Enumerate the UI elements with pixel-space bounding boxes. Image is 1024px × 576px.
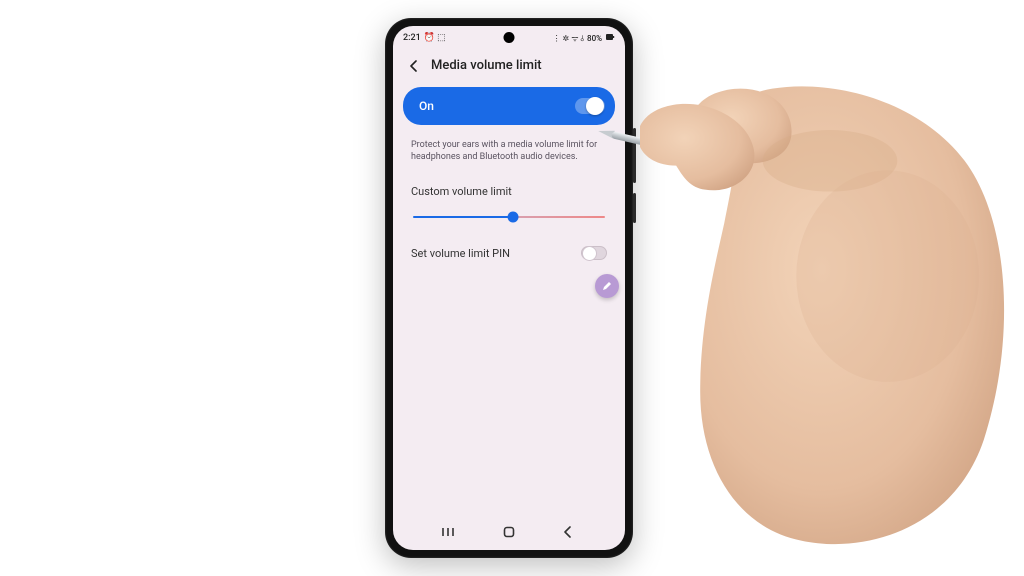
- custom-volume-section: Custom volume limit: [393, 175, 625, 232]
- edit-fab[interactable]: [595, 274, 619, 298]
- pin-toggle-knob: [582, 246, 597, 261]
- page-title: Media volume limit: [431, 58, 542, 73]
- nav-bar: [393, 516, 625, 550]
- status-right-icons: ⋮ ✲ ᯤ ⫰: [553, 33, 584, 44]
- back-icon[interactable]: [407, 59, 421, 73]
- status-left-icons: ⏰ ⬚: [424, 33, 446, 43]
- master-toggle-switch[interactable]: [575, 98, 605, 114]
- description-text: Protect your ears with a media volume li…: [393, 129, 625, 175]
- battery-icon: [605, 32, 615, 44]
- set-pin-row[interactable]: Set volume limit PIN: [393, 232, 625, 274]
- toggle-knob: [586, 97, 604, 115]
- set-pin-label: Set volume limit PIN: [411, 247, 510, 260]
- nav-recents-icon[interactable]: [441, 523, 459, 541]
- master-toggle-row[interactable]: On: [403, 87, 615, 125]
- phone-frame: 2:21 ⏰ ⬚ ⋮ ✲ ᯤ ⫰ 80% Media volume limit …: [385, 18, 633, 558]
- volume-rocker: [633, 128, 636, 183]
- power-button: [633, 193, 636, 223]
- nav-home-icon[interactable]: [500, 523, 518, 541]
- status-battery: 80%: [587, 34, 602, 43]
- app-bar: Media volume limit: [393, 50, 625, 83]
- custom-volume-label: Custom volume limit: [411, 185, 607, 198]
- hand: [640, 55, 1020, 555]
- volume-limit-slider[interactable]: [413, 208, 605, 226]
- status-time: 2:21: [403, 33, 421, 43]
- slider-thumb[interactable]: [507, 212, 518, 223]
- nav-back-icon[interactable]: [559, 523, 577, 541]
- set-pin-toggle[interactable]: [581, 246, 607, 260]
- screen: 2:21 ⏰ ⬚ ⋮ ✲ ᯤ ⫰ 80% Media volume limit …: [393, 26, 625, 550]
- front-camera: [504, 32, 515, 43]
- master-toggle-label: On: [419, 99, 434, 113]
